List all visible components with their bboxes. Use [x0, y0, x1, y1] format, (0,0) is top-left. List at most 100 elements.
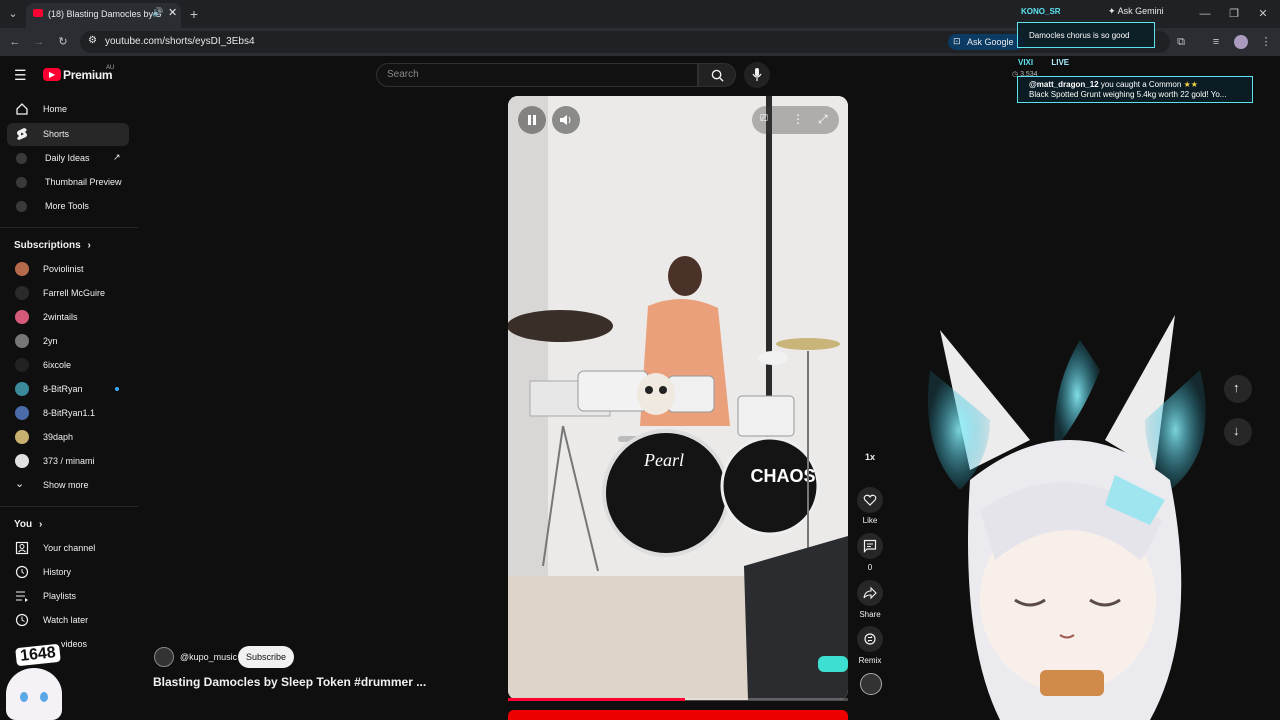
- ask-google-button[interactable]: ⊡ Ask Google: [948, 34, 1024, 50]
- sidebar-item-label: Playlists: [43, 591, 77, 601]
- sidebar-item-label: 8-BitRyan: [43, 384, 83, 394]
- pause-button[interactable]: [518, 106, 546, 134]
- subscribe-button[interactable]: Subscribe: [238, 646, 294, 668]
- tab-audio-icon[interactable]: 🔊: [152, 7, 163, 18]
- chevron-right-icon: ›: [87, 240, 91, 251]
- sound-avatar[interactable]: [860, 673, 882, 695]
- channel-avatar: [15, 406, 29, 420]
- search-button[interactable]: [698, 63, 736, 87]
- sidebar-item-subscription[interactable]: 6ixcole: [7, 354, 129, 377]
- profile-avatar[interactable]: [1234, 35, 1248, 49]
- sidebar-item-subscription[interactable]: Farrell McGuire: [7, 282, 129, 305]
- sidebar-item-daily-ideas[interactable]: Daily Ideas ↗: [7, 147, 129, 170]
- channel-avatar[interactable]: [154, 647, 174, 667]
- sidebar-item-subscription[interactable]: 39daph: [7, 426, 129, 449]
- history-icon: [15, 565, 29, 579]
- volume-button[interactable]: [552, 106, 580, 134]
- share-button[interactable]: [857, 580, 883, 606]
- heart-icon: [863, 494, 877, 506]
- forward-icon[interactable]: →: [29, 32, 49, 52]
- remix-button[interactable]: [857, 626, 883, 652]
- sidebar-item-playlists[interactable]: Playlists: [7, 585, 129, 608]
- tab-title: (18) Blasting Damocles by S: [48, 9, 162, 19]
- youtube-logo-icon[interactable]: ▶: [43, 68, 61, 81]
- sidebar-item-home[interactable]: Home: [7, 98, 129, 121]
- video-progress-fill: [508, 698, 685, 701]
- channel-avatar: [15, 262, 29, 276]
- sidebar-item-thumbnail-preview[interactable]: Thumbnail Preview: [7, 171, 129, 194]
- comment-icon: [863, 539, 877, 553]
- sidebar-item-shorts[interactable]: Shorts: [7, 123, 129, 146]
- short-video-player[interactable]: Pearl CHAOS ⎚ ⋮ ⤢: [508, 96, 848, 700]
- maximize-icon[interactable]: ❐: [1224, 4, 1244, 24]
- sidebar-item-subscription[interactable]: 8-BitRyan: [7, 378, 129, 401]
- like-button[interactable]: [857, 487, 883, 513]
- sidebar-item-label: Shorts: [43, 129, 70, 139]
- sidebar-item-more-tools[interactable]: More Tools: [7, 195, 129, 218]
- minimize-icon[interactable]: —: [1195, 4, 1215, 24]
- notification-line-1: @matt_dragon_12 you caught a Common ★★: [1029, 80, 1198, 89]
- sidebar-item-subscription[interactable]: Poviolinist: [7, 258, 129, 281]
- microphone-icon: [752, 68, 762, 81]
- sidebar-item-subscription[interactable]: 2wintails: [7, 306, 129, 329]
- mascot-overlay: 1648: [0, 641, 82, 720]
- media-controls-icon[interactable]: ≡: [1206, 32, 1226, 52]
- sidebar-item-label: Watch later: [43, 615, 89, 625]
- chevron-right-icon: ›: [38, 519, 43, 530]
- ask-google-label: Ask Google: [967, 37, 1014, 47]
- gemini-icon: ✦: [1108, 6, 1116, 16]
- chat-user-tag: KONO_SR: [1021, 7, 1061, 16]
- tab-close-icon[interactable]: ✕: [168, 6, 177, 19]
- you-heading[interactable]: You ›: [14, 519, 42, 530]
- sidebar-item-watch-later[interactable]: Watch later: [7, 609, 129, 632]
- channel-name[interactable]: @kupo_music: [180, 652, 237, 662]
- omnibox[interactable]: ⚙ youtube.com/shorts/eysDI_3Ebs4 ⊡ Ask G…: [80, 31, 1170, 53]
- sidebar-item-subscription[interactable]: 8-BitRyan1.1: [7, 402, 129, 425]
- browser-tab[interactable]: (18) Blasting Damocles by S 🔊 ✕: [26, 3, 181, 28]
- sidebar-divider: [0, 506, 138, 507]
- ask-gemini-button[interactable]: ✦ Ask Gemini: [1108, 6, 1164, 17]
- hamburger-menu-icon[interactable]: ☰: [14, 67, 27, 84]
- star-icon: ★★: [1183, 80, 1198, 89]
- new-content-dot: [115, 387, 119, 391]
- sidebar-item-subscription[interactable]: 373 / minami: [7, 450, 129, 473]
- mascot-head: [6, 668, 62, 720]
- back-icon[interactable]: ←: [5, 32, 25, 52]
- video-progress-track[interactable]: [508, 698, 848, 701]
- site-info-icon[interactable]: ⚙: [88, 35, 97, 46]
- sidebar-item-subscription[interactable]: 2yn: [7, 330, 129, 353]
- next-short-preview: [508, 710, 848, 720]
- streamer-tag: VIXI LIVE: [1018, 58, 1069, 67]
- shorts-icon: [17, 128, 27, 140]
- close-window-icon[interactable]: ✕: [1253, 4, 1273, 24]
- volume-icon: [560, 115, 571, 125]
- extensions-icon[interactable]: ⧉: [1171, 32, 1191, 52]
- show-more-label: Show more: [43, 480, 89, 490]
- comments-button[interactable]: [857, 533, 883, 559]
- more-options-icon[interactable]: ⋮: [792, 112, 804, 126]
- comments-count: 0: [867, 563, 873, 572]
- sidebar-item-history[interactable]: History: [7, 561, 129, 584]
- notification-text: you caught a Common: [1100, 80, 1182, 89]
- playback-speed[interactable]: 1x: [860, 452, 880, 462]
- tab-search-icon[interactable]: ⌄: [3, 4, 23, 24]
- home-icon: [16, 103, 28, 115]
- lens-icon: ⊡: [953, 36, 961, 46]
- short-title[interactable]: Blasting Damocles by Sleep Token #drumme…: [153, 675, 426, 689]
- url-text[interactable]: youtube.com/shorts/eysDI_3Ebs4: [105, 36, 255, 47]
- captions-icon[interactable]: ⎚: [760, 113, 768, 124]
- channel-avatar: [15, 358, 29, 372]
- search-input[interactable]: Search: [376, 63, 698, 87]
- subscriptions-heading[interactable]: Subscriptions ›: [14, 240, 91, 251]
- fullscreen-icon[interactable]: ⤢: [818, 112, 828, 127]
- counter-badge: 1648: [12, 641, 64, 669]
- new-tab-icon[interactable]: +: [184, 4, 204, 24]
- show-more-button[interactable]: ⌄ Show more: [7, 474, 129, 497]
- sidebar-item-your-channel[interactable]: Your channel: [7, 537, 129, 560]
- chrome-menu-icon[interactable]: ⋮: [1256, 32, 1276, 52]
- extension-icon: [16, 177, 27, 188]
- voice-search-button[interactable]: [744, 62, 770, 88]
- reload-icon[interactable]: ↻: [53, 32, 73, 52]
- chevron-down-icon: ⌄: [15, 478, 25, 490]
- logo-text[interactable]: Premium: [63, 68, 113, 82]
